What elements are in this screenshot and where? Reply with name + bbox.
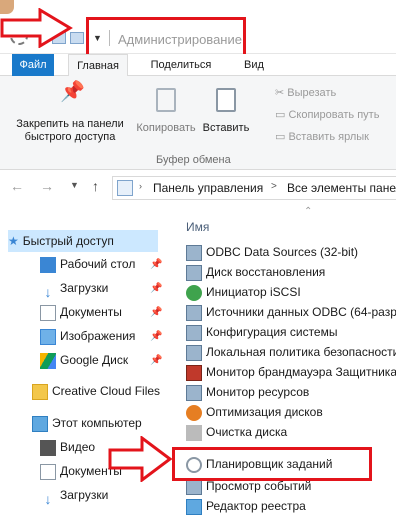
admin-tool-icon (186, 264, 202, 281)
nav-downloads[interactable]: ↓ Загрузки (40, 277, 109, 300)
computer-icon (32, 415, 48, 432)
file-row[interactable]: Оптимизация дисков (186, 402, 323, 422)
desktop-icon (40, 256, 56, 273)
copy-button[interactable]: Копировать (132, 86, 200, 135)
nav-pictures[interactable]: Изображения (40, 325, 135, 347)
ribbon: 📌 Закрепить на панели быстрого доступа К… (0, 76, 396, 170)
file-row[interactable]: ODBC Data Sources (32-bit) (186, 242, 358, 262)
breadcrumb-control-panel[interactable]: Панель управления (153, 181, 263, 195)
column-header-name[interactable]: Имя (186, 220, 209, 234)
forward-button[interactable]: → (40, 178, 54, 194)
registry-icon (186, 498, 202, 515)
disk-icon (186, 424, 202, 441)
tab-home[interactable]: Главная (68, 54, 128, 76)
nav-documents[interactable]: Документы (40, 301, 122, 323)
file-row[interactable]: Монитор ресурсов (186, 382, 309, 402)
pin-icon: 📌 (150, 307, 163, 318)
nav-quick-access[interactable]: ★ Быстрый доступ (8, 230, 158, 252)
file-row[interactable]: Локальная политика безопасности (186, 342, 396, 362)
nav-google-drive[interactable]: Google Диск (40, 349, 128, 371)
monitor-icon (186, 384, 202, 401)
disk-icon (186, 404, 202, 421)
recent-dropdown-icon[interactable]: ▼ (70, 180, 79, 190)
firewall-icon (186, 364, 202, 381)
nav-this-pc[interactable]: Этот компьютер (32, 412, 142, 434)
admin-tool-icon (186, 344, 202, 361)
tab-file[interactable]: Файл (12, 54, 54, 76)
pin-icon: 📌 (150, 355, 163, 366)
arrow-right-icon (108, 436, 172, 482)
paste-shortcut-button[interactable]: ▭ Вставить ярлык (275, 128, 369, 146)
globe-icon (186, 284, 202, 301)
file-row[interactable]: Конфигурация системы (186, 322, 337, 342)
ribbon-tabs: Файл Главная Поделиться Вид (0, 54, 396, 76)
copy-path-button[interactable]: ▭ Скопировать путь (275, 106, 379, 124)
nav-downloads-pc[interactable]: ↓ Загрузки (40, 484, 109, 507)
control-panel-icon (117, 180, 133, 196)
pin-icon: 📌 (60, 81, 85, 103)
document-icon (40, 463, 56, 480)
pin-icon: 📌 (150, 259, 163, 270)
file-row[interactable]: Инициатор iSCSI (186, 282, 301, 302)
file-row[interactable]: Диск восстановления (186, 262, 325, 282)
sort-chevron-icon: ⌃ (304, 206, 313, 217)
highlight-box-task-scheduler (172, 447, 372, 481)
copy-icon (156, 88, 176, 112)
google-drive-icon (40, 352, 56, 369)
folder-icon (32, 383, 48, 400)
paste-icon (216, 88, 236, 112)
tab-view[interactable]: Вид (234, 54, 274, 76)
download-icon: ↓ (44, 490, 52, 507)
file-row[interactable]: Очистка диска (186, 422, 287, 442)
pin-icon: 📌 (150, 331, 163, 342)
cut-button[interactable]: ✂ Вырезать (275, 84, 336, 102)
arrow-right-icon (0, 8, 73, 48)
admin-tool-icon (186, 324, 202, 341)
file-row[interactable]: Редактор реестра (186, 496, 306, 516)
admin-tool-icon (186, 304, 202, 321)
nav-videos[interactable]: Видео (40, 436, 95, 458)
video-icon (40, 439, 56, 456)
picture-icon (40, 328, 56, 345)
back-button[interactable]: ← (10, 178, 24, 194)
highlight-box-title (86, 17, 246, 58)
event-viewer-icon (186, 478, 202, 495)
nav-creative-cloud[interactable]: Creative Cloud Files (32, 380, 160, 402)
breadcrumb-separator: > (271, 181, 277, 192)
address-input[interactable]: › Панель управления > Все элементы панел (112, 176, 396, 200)
up-button[interactable]: ↑ (92, 178, 99, 194)
file-row[interactable]: Монитор брандмауэра Защитника (186, 362, 396, 382)
nav-desktop[interactable]: Рабочий стол (40, 253, 135, 275)
document-icon (40, 304, 56, 321)
paste-button[interactable]: Вставить (200, 86, 252, 135)
star-icon: ★ (8, 234, 19, 248)
tab-share[interactable]: Поделиться (140, 54, 222, 76)
breadcrumb-all-items[interactable]: Все элементы панел (287, 181, 396, 195)
admin-tool-icon (186, 244, 202, 261)
pin-icon: 📌 (150, 283, 163, 294)
group-label-clipboard: Буфер обмена (156, 154, 231, 166)
download-icon: ↓ (44, 283, 52, 300)
file-row[interactable]: Источники данных ODBC (64-разр (186, 302, 396, 322)
pin-button[interactable]: 📌 Закрепить на панели быстрого доступа (8, 81, 132, 144)
